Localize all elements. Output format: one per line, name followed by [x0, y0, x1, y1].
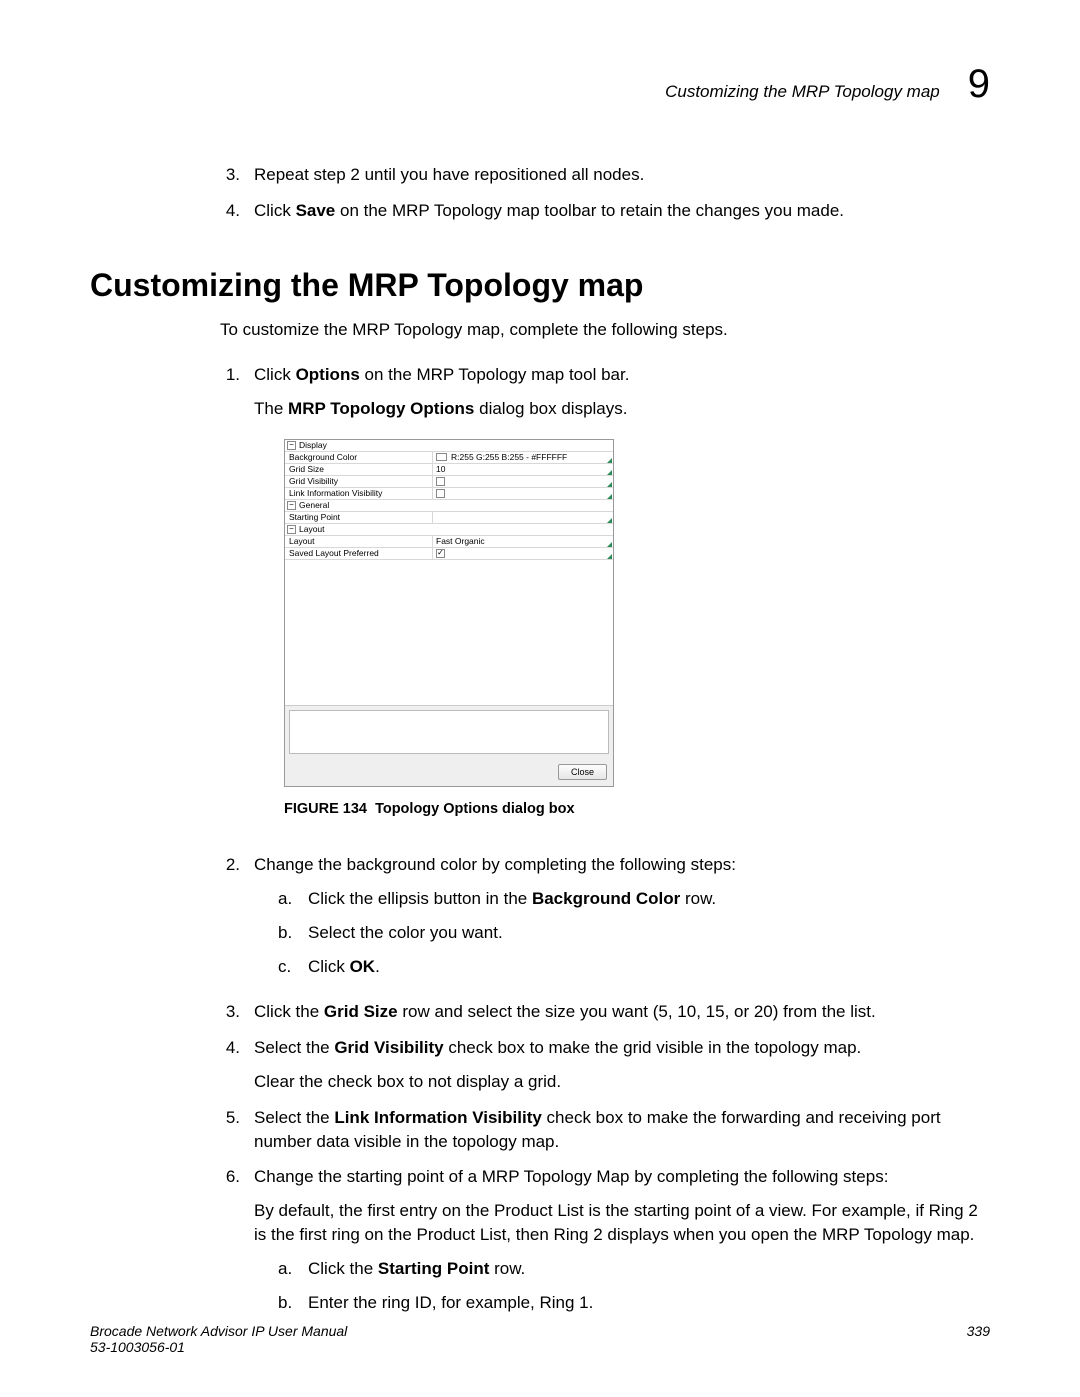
step-5-main: 5. Select the Link Information Visibilit…	[220, 1106, 990, 1154]
footer-left: Brocade Network Advisor IP User Manual 5…	[90, 1323, 347, 1355]
step-6-substeps: a. Click the Starting Point row. b. Ente…	[278, 1257, 990, 1315]
collapse-icon[interactable]: −	[287, 501, 296, 510]
step-2-substeps: a. Click the ellipsis button in the Back…	[278, 887, 990, 978]
row-handle-icon	[607, 518, 612, 523]
checkbox-checked-icon[interactable]: ✓	[436, 549, 445, 558]
row-handle-icon	[607, 542, 612, 547]
dialog-description-area[interactable]	[289, 710, 609, 754]
section-intro: To customize the MRP Topology map, compl…	[220, 318, 990, 342]
group-general[interactable]: − General	[285, 500, 613, 512]
row-saved-layout-preferred[interactable]: Saved Layout Preferred ✓	[285, 548, 613, 560]
row-grid-visibility[interactable]: Grid Visibility	[285, 476, 613, 488]
step-2: 2. Change the background color by comple…	[220, 853, 990, 988]
step-6a: a. Click the Starting Point row.	[278, 1257, 990, 1281]
dialog-figure: − Display Background Color R:255 G:255 B…	[284, 439, 990, 787]
topology-options-dialog: − Display Background Color R:255 G:255 B…	[284, 439, 614, 787]
header-section-title: Customizing the MRP Topology map	[665, 82, 940, 102]
group-display[interactable]: − Display	[285, 440, 613, 452]
row-background-color[interactable]: Background Color R:255 G:255 B:255 - #FF…	[285, 452, 613, 464]
step-1: 1. Click Options on the MRP Topology map…	[220, 363, 990, 841]
step-2a: a. Click the ellipsis button in the Back…	[278, 887, 990, 911]
row-handle-icon	[607, 482, 612, 487]
step-4-main: 4. Select the Grid Visibility check box …	[220, 1036, 990, 1094]
step-2c: c. Click OK.	[278, 955, 990, 979]
figure-caption: FIGURE 134 Topology Options dialog box	[284, 799, 990, 819]
page-header: Customizing the MRP Topology map 9	[90, 62, 990, 107]
close-button[interactable]: Close	[558, 764, 607, 780]
row-starting-point[interactable]: Starting Point	[285, 512, 613, 524]
row-handle-icon	[607, 458, 612, 463]
dialog-blank-area	[285, 560, 613, 705]
section-heading: Customizing the MRP Topology map	[90, 267, 990, 304]
step-3: 3. Repeat step 2 until you have repositi…	[220, 163, 990, 187]
step-2b: b. Select the color you want.	[278, 921, 990, 945]
collapse-icon[interactable]: −	[287, 525, 296, 534]
main-steps-list: 1. Click Options on the MRP Topology map…	[220, 363, 990, 1324]
checkbox-unchecked-icon[interactable]	[436, 477, 445, 486]
checkbox-unchecked-icon[interactable]	[436, 489, 445, 498]
collapse-icon[interactable]: −	[287, 441, 296, 450]
header-chapter-number: 9	[968, 62, 990, 107]
dialog-footer: Close	[285, 758, 613, 786]
row-handle-icon	[607, 470, 612, 475]
step-3-main: 3. Click the Grid Size row and select th…	[220, 1000, 990, 1024]
footer-page-number: 339	[967, 1323, 990, 1355]
step-4: 4. Click Save on the MRP Topology map to…	[220, 199, 990, 223]
prior-steps-list: 3. Repeat step 2 until you have repositi…	[220, 163, 990, 223]
row-handle-icon	[607, 554, 612, 559]
step-6-main: 6. Change the starting point of a MRP To…	[220, 1165, 990, 1324]
color-swatch-icon	[436, 453, 447, 461]
row-link-info-visibility[interactable]: Link Information Visibility	[285, 488, 613, 500]
dialog-property-grid: − Display Background Color R:255 G:255 B…	[285, 440, 613, 706]
row-grid-size[interactable]: Grid Size 10	[285, 464, 613, 476]
step-6b: b. Enter the ring ID, for example, Ring …	[278, 1291, 990, 1315]
group-layout[interactable]: − Layout	[285, 524, 613, 536]
row-handle-icon	[607, 494, 612, 499]
page-footer: Brocade Network Advisor IP User Manual 5…	[90, 1323, 990, 1355]
row-layout[interactable]: Layout Fast Organic	[285, 536, 613, 548]
